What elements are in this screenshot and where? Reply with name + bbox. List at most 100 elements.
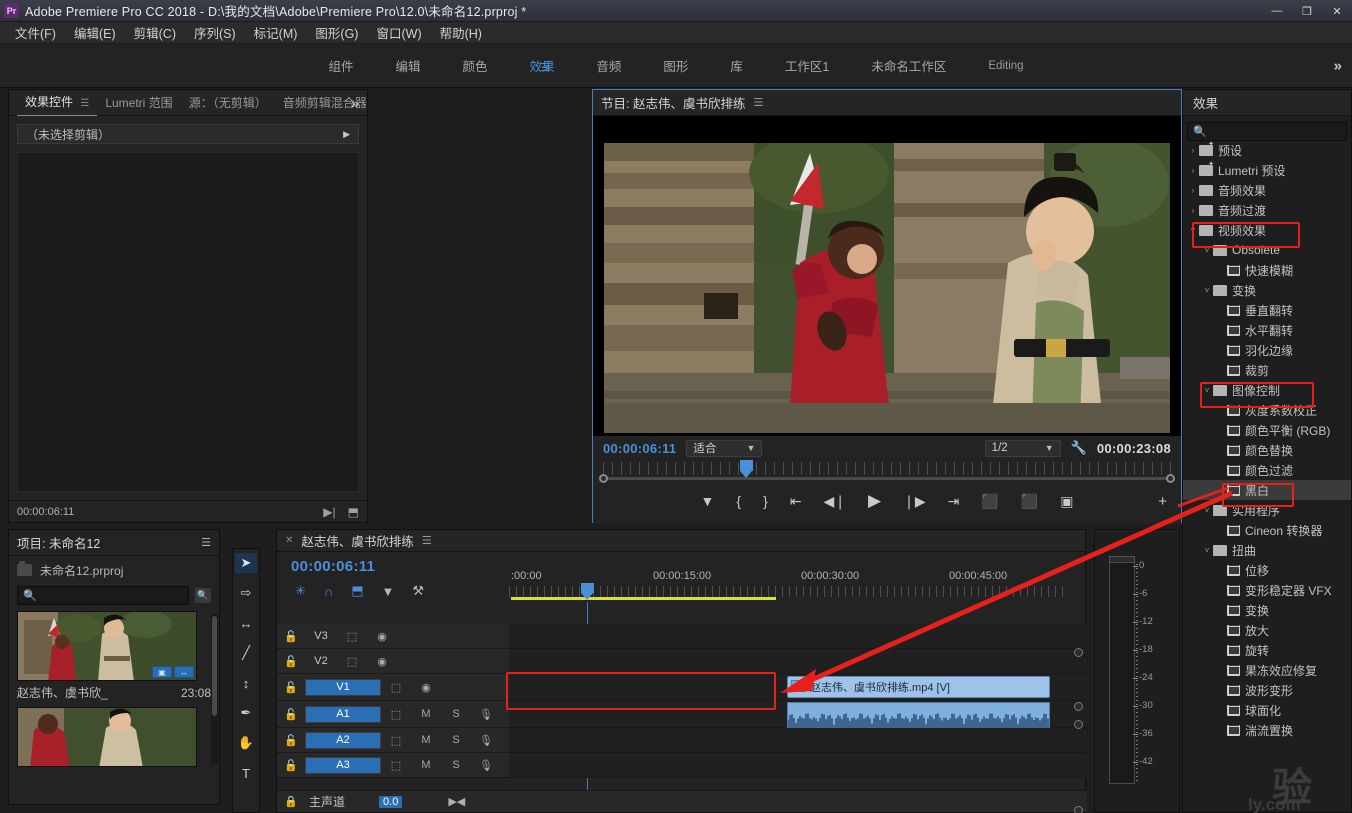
timeline-playhead[interactable] [581, 583, 594, 600]
lift-button[interactable]: ⬛ [981, 493, 998, 510]
linked-selection-toggle[interactable]: ⬒ [351, 583, 363, 599]
track-name-V3[interactable]: V3 [305, 628, 337, 645]
workspace-tab-2[interactable]: 颜色 [441, 52, 508, 79]
menu-window[interactable]: 窗口(W) [367, 21, 430, 44]
effect-tree-item-29[interactable]: 湍流置换 [1183, 720, 1351, 740]
mark-out-button[interactable]: } [763, 493, 768, 509]
timeline-panel-menu-icon[interactable]: ☰ [422, 534, 432, 547]
master-pan-icon[interactable]: ▶◀ [448, 795, 465, 808]
menu-edit[interactable]: 编辑(E) [65, 21, 125, 44]
effect-tree-item-23[interactable]: 变换 [1183, 600, 1351, 620]
effects-search-box[interactable]: 🔍 [1187, 122, 1352, 141]
menu-help[interactable]: 帮助(H) [431, 21, 491, 44]
lock-icon-A3[interactable]: 🔓 [277, 759, 305, 772]
step-forward-button[interactable]: ❘▶ [903, 493, 926, 510]
disclosure-arrow-icon[interactable]: › [1187, 206, 1199, 215]
workspace-tab-1[interactable]: 编辑 [374, 52, 441, 79]
workspace-tab-4[interactable]: 音频 [575, 52, 642, 79]
program-playhead[interactable] [740, 460, 753, 478]
workspace-overflow-icon[interactable]: » [1334, 57, 1342, 74]
add-marker-button[interactable]: ▼ [701, 493, 715, 509]
effect-tree-item-12[interactable]: ˅ 图像控制 [1183, 380, 1351, 400]
effect-tree-item-19[interactable]: Cineon 转换器 [1183, 520, 1351, 540]
minimize-button[interactable]: — [1262, 0, 1292, 22]
menu-clip[interactable]: 剪辑(C) [125, 21, 185, 44]
ruler-handle-left[interactable] [599, 474, 608, 483]
disclosure-arrow-icon[interactable]: ˅ [1201, 506, 1213, 515]
project-item-thumbnail-2[interactable] [17, 707, 197, 767]
effect-tree-item-14[interactable]: 颜色平衡 (RGB) [1183, 420, 1351, 440]
effect-tree-item-26[interactable]: 果冻效应修复 [1183, 660, 1351, 680]
track-zoom-knob-4[interactable] [1074, 806, 1083, 813]
maximize-button[interactable]: ❐ [1292, 0, 1322, 22]
workspace-tab-8[interactable]: 未命名工作区 [850, 52, 967, 79]
track-output-eye-icon-V1[interactable]: ◉ [411, 681, 441, 694]
effect-tree-item-9[interactable]: 水平翻转 [1183, 320, 1351, 340]
timeline-ruler[interactable]: :00:00 00:00:15:00 00:00:30:00 00:00:45:… [509, 570, 1067, 602]
workspace-tab-7[interactable]: 工作区1 [764, 52, 850, 79]
workspace-tab-3[interactable]: 效果☰ [508, 52, 575, 79]
menu-markers[interactable]: 标记(M) [245, 21, 307, 44]
video-clip[interactable]: fx 赵志伟、虞书欣排练.mp4 [V] [787, 676, 1050, 698]
effect-tree-item-7[interactable]: ˅ 变换 [1183, 280, 1351, 300]
effect-tree-item-11[interactable]: 裁剪 [1183, 360, 1351, 380]
effect-tree-item-16[interactable]: 颜色过滤 [1183, 460, 1351, 480]
button-editor-plus-icon[interactable]: + [1158, 493, 1167, 510]
effect-tree-item-27[interactable]: 波形变形 [1183, 680, 1351, 700]
lock-icon-V1[interactable]: 🔓 [277, 681, 305, 694]
project-search-input[interactable] [36, 589, 183, 602]
play-button[interactable]: ▶ [868, 491, 881, 511]
track-solo-button-A2[interactable]: S [441, 734, 471, 746]
sync-lock-icon-A1[interactable]: ⬚ [381, 708, 411, 721]
disclosure-arrow-icon[interactable]: ˅ [1187, 226, 1199, 235]
track-body-V1[interactable]: fx 赵志伟、虞书欣排练.mp4 [V] [509, 674, 1087, 700]
sync-lock-icon-V1[interactable]: ⬚ [381, 681, 411, 694]
disclosure-arrow-icon[interactable]: › [1187, 186, 1199, 195]
expand-triangle-icon[interactable]: ▶ [343, 129, 350, 140]
workspace-tab-0[interactable]: 组件 [307, 52, 374, 79]
track-mute-button-A3[interactable]: M [411, 759, 441, 771]
lock-icon-A1[interactable]: 🔓 [277, 708, 305, 721]
razor-tool[interactable]: ╱ [235, 643, 257, 663]
snap-toggle[interactable]: ∩ [324, 584, 333, 599]
track-zoom-knob-3[interactable] [1074, 720, 1083, 729]
track-body-V3[interactable] [509, 624, 1087, 648]
track-solo-button-A3[interactable]: S [441, 759, 471, 771]
effect-tree-item-8[interactable]: 垂直翻转 [1183, 300, 1351, 320]
track-mic-button-A1[interactable]: 🎙 [471, 708, 501, 721]
project-scrollbar[interactable] [211, 614, 218, 764]
track-solo-button-A1[interactable]: S [441, 708, 471, 720]
track-select-forward-tool[interactable]: ⇨ [235, 583, 257, 603]
effect-tree-item-24[interactable]: 放大 [1183, 620, 1351, 640]
ripple-edit-tool[interactable]: ↔ [235, 613, 257, 633]
step-back-button[interactable]: ◀❘ [824, 493, 847, 510]
track-body-A1[interactable]: fx [509, 701, 1087, 752]
effect-tree-item-15[interactable]: 颜色替换 [1183, 440, 1351, 460]
menu-sequence[interactable]: 序列(S) [185, 21, 245, 44]
lock-icon-A2[interactable]: 🔓 [277, 734, 305, 747]
track-name-A3[interactable]: A3 [305, 756, 381, 774]
project-scrollbar-thumb[interactable] [212, 616, 217, 716]
playback-resolution-dropdown[interactable]: 1/2 ▼ [984, 439, 1061, 457]
master-track-level[interactable]: 0.0 [379, 795, 403, 808]
track-name-V1[interactable]: V1 [305, 678, 381, 696]
project-panel-menu-icon[interactable]: ☰ [201, 536, 211, 549]
program-monitor-ruler[interactable] [599, 460, 1175, 486]
mark-in-button[interactable]: { [736, 493, 741, 509]
nest-toggle[interactable]: ✳ [295, 583, 306, 599]
effect-tree-item-25[interactable]: 旋转 [1183, 640, 1351, 660]
disclosure-arrow-icon[interactable]: ˅ [1201, 246, 1213, 255]
effect-tree-item-4[interactable]: ˅ 视频效果 [1183, 220, 1351, 240]
effect-tree-item-22[interactable]: 变形稳定器 VFX [1183, 580, 1351, 600]
work-area-bar[interactable] [511, 597, 776, 600]
timeline-playhead-timecode[interactable]: 00:00:06:11 [277, 552, 509, 575]
workspace-tab-5[interactable]: 图形 [642, 52, 709, 79]
menu-file[interactable]: 文件(F) [6, 21, 65, 44]
fit-zoom-dropdown[interactable]: 适合 ▼ [686, 439, 763, 457]
effects-search-input[interactable] [1206, 125, 1352, 138]
disclosure-arrow-icon[interactable]: ˅ [1201, 386, 1213, 395]
track-zoom-knob-1[interactable] [1074, 648, 1083, 657]
sync-lock-icon-V2[interactable]: ⬚ [337, 655, 367, 668]
find-icon[interactable]: 🔍 [194, 588, 211, 603]
program-monitor-menu-icon[interactable]: ☰ [753, 96, 763, 109]
